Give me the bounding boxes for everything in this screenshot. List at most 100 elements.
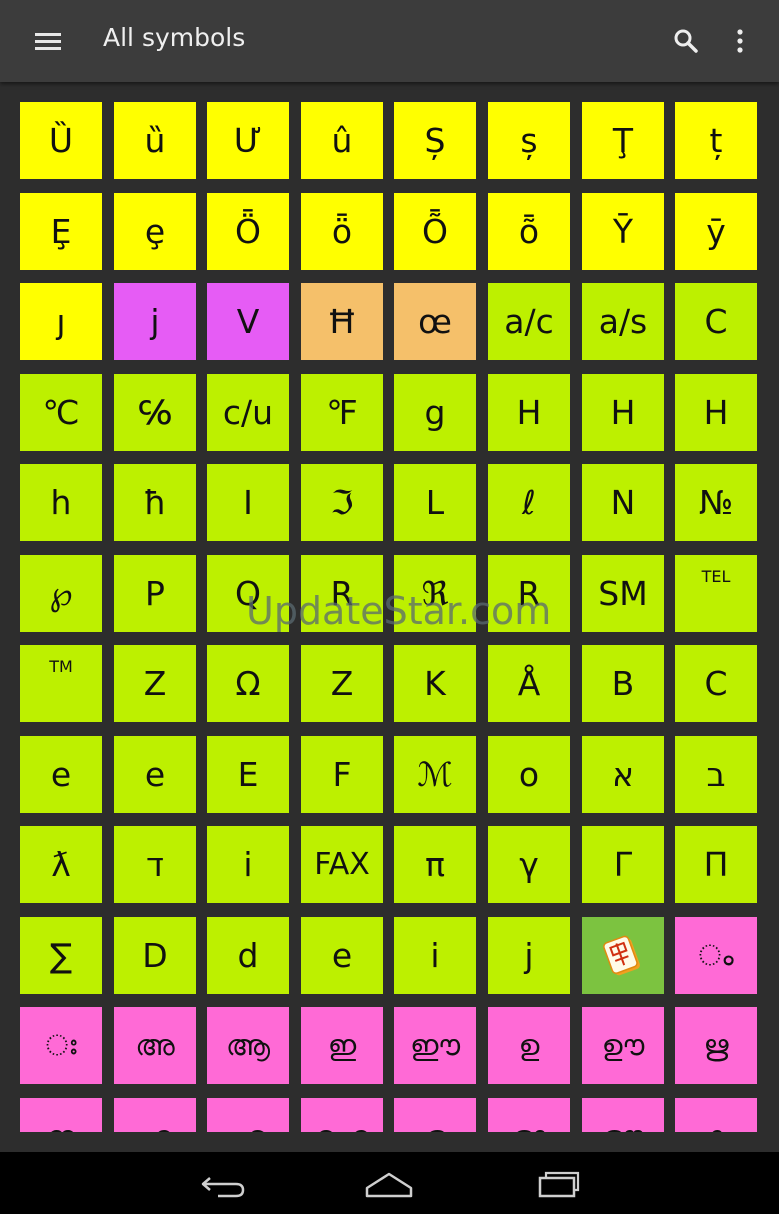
home-icon[interactable] [361,1166,417,1200]
symbol-tile[interactable]: ഐ [301,1098,383,1132]
symbol-tile[interactable]: Ư [207,102,289,179]
symbol-tile[interactable]: e [301,917,383,994]
symbol-tile[interactable]: ȕ [114,102,196,179]
symbol-tile[interactable]: a/c [488,283,570,360]
symbol-tile[interactable]: ℳ [394,736,476,813]
symbol-tile[interactable]: ב [675,736,757,813]
symbol-tile[interactable]: ℜ [394,555,476,632]
symbol-tile[interactable]: ഃ [20,1007,102,1084]
symbol-tile[interactable]: j [488,917,570,994]
more-vertical-icon[interactable] [726,22,754,60]
symbol-tile[interactable]: R [488,555,570,632]
symbol-tile[interactable]: N [582,464,664,541]
symbol-tile[interactable]: Z [301,645,383,722]
symbol-tile[interactable]: ഔ [582,1098,664,1132]
symbol-tile[interactable]: Ȫ [207,193,289,270]
symbol-tile[interactable]: ȳ [675,193,757,270]
symbol-tile[interactable]: o [488,736,570,813]
symbol-tile[interactable]: א [582,736,664,813]
symbol-tile[interactable]: Ħ [301,283,383,360]
symbol-tile[interactable]: g [394,374,476,451]
symbol-tile[interactable]: H [488,374,570,451]
symbol-tile[interactable]: FAX [301,826,383,903]
symbol-tile[interactable]: ℅ [114,374,196,451]
symbol-tile[interactable]: I [207,464,289,541]
symbol-tile[interactable]: TEL [675,555,757,632]
symbol-tile[interactable]: P [114,555,196,632]
symbol-tile[interactable]: C [675,283,757,360]
symbol-tile[interactable]: c/u [207,374,289,451]
symbol-tile[interactable]: TM [20,645,102,722]
symbol-tile[interactable]: e [20,736,102,813]
symbol-tile[interactable]: H [582,374,664,451]
symbol-tile[interactable]: SM [582,555,664,632]
symbol-tile[interactable]: Ȕ [20,102,102,179]
symbol-tile[interactable]: D [114,917,196,994]
symbol-tile[interactable]: ȫ [301,193,383,270]
search-icon[interactable] [667,22,705,60]
symbol-tile[interactable]: e [114,736,196,813]
symbol-tile[interactable]: ഇ [301,1007,383,1084]
recent-apps-icon[interactable] [528,1166,584,1200]
symbol-tile[interactable]: a/s [582,283,664,360]
symbol-tile[interactable]: B [582,645,664,722]
symbol-tile[interactable]: K [394,645,476,722]
symbol-tile[interactable]: R [301,555,383,632]
back-arrow-icon[interactable] [196,1166,252,1200]
symbol-tile[interactable]: ȭ [488,193,570,270]
hamburger-menu-icon[interactable] [30,27,66,55]
symbol-tile[interactable]: № [675,464,757,541]
symbol-tile[interactable]: i [207,826,289,903]
symbol-tile[interactable]: F [301,736,383,813]
symbol-tile[interactable]: ∑ [20,917,102,994]
symbol-tile[interactable]: C [675,645,757,722]
symbol-tile[interactable]: d [207,917,289,994]
symbol-tile[interactable]: ℘ [20,555,102,632]
symbol-tile[interactable]: i [394,917,476,994]
symbol-tile[interactable]: Ȩ [20,193,102,270]
symbol-tile[interactable]: h [20,464,102,541]
symbol-tile[interactable]: ഊ [582,1007,664,1084]
symbol-tile[interactable]: അ [114,1007,196,1084]
symbol-tile[interactable]: û [301,102,383,179]
symbol-tile[interactable]: Ȳ [582,193,664,270]
symbol-tile[interactable]: Q [207,555,289,632]
symbol-tile[interactable]: j [114,283,196,360]
symbol-tile[interactable]: ȷ [20,283,102,360]
symbol-tile[interactable]: Z [114,645,196,722]
symbol-tile[interactable]: Å [488,645,570,722]
symbol-tile[interactable]: ħ [114,464,196,541]
symbol-tile[interactable]: ד [114,826,196,903]
symbol-tile[interactable]: ഈ [394,1007,476,1084]
symbol-tile[interactable]: എ [114,1098,196,1132]
symbol-tile[interactable]: L [394,464,476,541]
symbol-tile[interactable]: V [207,283,289,360]
symbol-tile[interactable]: ț [675,102,757,179]
symbol-tile[interactable]: ഌ [20,1098,102,1132]
symbol-tile[interactable]: ℑ [301,464,383,541]
symbol-tile[interactable]: Ţ [582,102,664,179]
symbol-tile[interactable]: ƛ [20,826,102,903]
symbol-tile[interactable]: ക [675,1098,757,1132]
symbol-tile[interactable]: ഒ [394,1098,476,1132]
symbol-tile[interactable]: ആ [207,1007,289,1084]
symbol-tile[interactable]: ഉ [488,1007,570,1084]
symbol-tile[interactable]: E [207,736,289,813]
symbol-tile[interactable]: Ȭ [394,193,476,270]
symbol-tile[interactable]: œ [394,283,476,360]
symbol-tile[interactable]: Ω [207,645,289,722]
symbol-tile[interactable]: ഓ [488,1098,570,1132]
symbol-tile[interactable]: γ [488,826,570,903]
symbol-tile[interactable]: ഋ [675,1007,757,1084]
symbol-tile[interactable]: ș [488,102,570,179]
symbol-tile[interactable]: Γ [582,826,664,903]
symbol-tile[interactable]: ℓ [488,464,570,541]
symbol-tile[interactable]: π [394,826,476,903]
symbol-tile[interactable]: H [675,374,757,451]
symbol-tile[interactable]: Π [675,826,757,903]
symbol-tile[interactable]: ം [675,917,757,994]
symbol-tile[interactable]: ȩ [114,193,196,270]
symbol-tile[interactable]: ഏ [207,1098,289,1132]
symbol-tile[interactable]: ℉ [301,374,383,451]
symbol-tile[interactable]: ℃ [20,374,102,451]
